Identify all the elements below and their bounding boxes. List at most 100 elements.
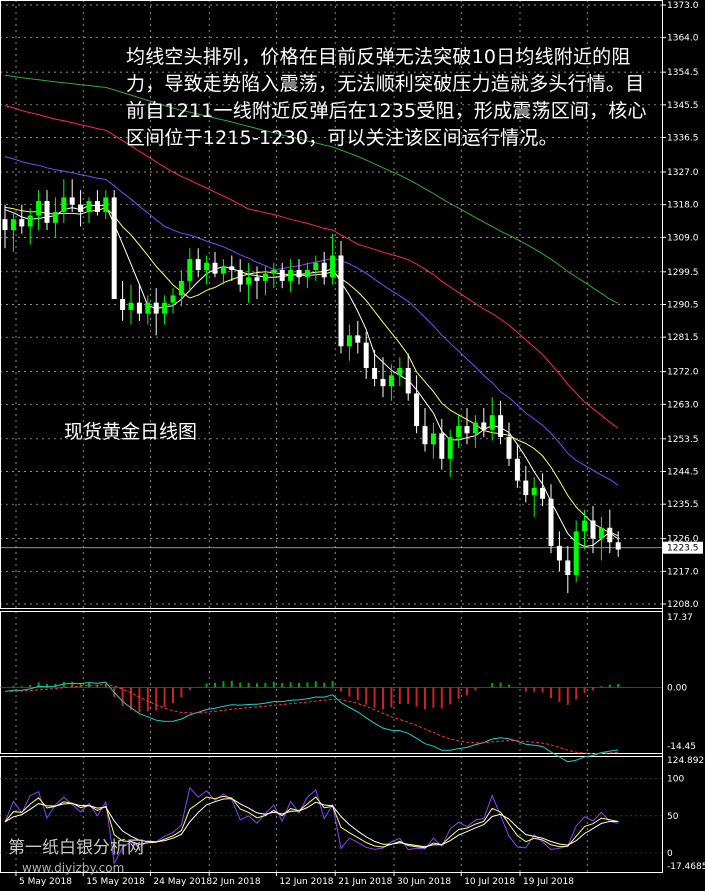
y-tick-label: 1253.5	[667, 435, 699, 445]
y-tick-label: 1345.5	[667, 101, 699, 111]
candle-bull	[330, 255, 336, 278]
candle-bull	[304, 270, 310, 278]
candle-bull	[472, 422, 478, 434]
candle-bear	[405, 368, 411, 394]
candle-bull	[397, 368, 403, 376]
y-tick-label: 1327.0	[667, 168, 699, 178]
candle-bear	[120, 299, 126, 310]
osc-tick-label: 124.8922	[667, 756, 705, 766]
candle-bear	[212, 262, 218, 274]
macd-tick-label: 0.00	[667, 683, 687, 693]
y-tick-label: 1281.5	[667, 333, 699, 343]
macd-line	[4, 681, 619, 763]
candle-bull	[489, 415, 495, 430]
macd-tick-label: 17.37	[667, 613, 693, 623]
candle-bull	[456, 426, 462, 438]
candle-bull	[220, 266, 226, 274]
candle-bull	[187, 259, 193, 281]
y-axis-labels: 1373.0 1364.0 1354.5 1345.5 1336.5 1327.0 1318…	[662, 1, 705, 872]
candle-bear	[78, 204, 84, 212]
x-tick-label: 2 Jun 2018	[212, 877, 261, 887]
candlesticks	[2, 179, 621, 594]
osc-tick-label: 0	[667, 849, 673, 859]
candle-bear	[556, 545, 562, 561]
candle-bull	[10, 219, 16, 231]
candle-bear	[481, 422, 487, 430]
candle-bear	[355, 335, 361, 343]
candle-bull	[103, 197, 109, 212]
candle-bull	[313, 262, 319, 271]
macd-tick-label: -14.45	[667, 742, 696, 752]
candle-bull	[271, 270, 277, 274]
candle-bear	[506, 437, 512, 459]
y-tick-label: 1272.0	[667, 368, 699, 378]
candle-bear	[195, 259, 201, 271]
x-tick-label: 12 Jun 2018	[279, 877, 333, 887]
watermark-name: 第一纸白银分析网	[8, 838, 144, 858]
candle-bear	[523, 480, 529, 496]
candle-bear	[44, 201, 50, 223]
candle-bear	[615, 542, 621, 550]
watermark: 第一纸白银分析网 www.diyizby.com	[8, 838, 144, 878]
x-tick-label: 30 Jun 2018	[397, 877, 451, 887]
candle-bull	[36, 201, 42, 216]
candle-bull	[61, 197, 67, 212]
candle-bear	[372, 368, 378, 379]
candle-bull	[178, 280, 184, 296]
candle-bear	[69, 197, 75, 205]
candle-bear	[153, 302, 159, 314]
candle-bull	[162, 302, 168, 314]
y-tick-label: 1299.5	[667, 268, 699, 278]
candle-bull	[170, 295, 176, 303]
y-tick-label: 1217.0	[667, 567, 699, 577]
candle-bear	[565, 560, 571, 575]
candle-bear	[279, 270, 285, 281]
macd-panel	[0, 680, 662, 763]
watermark-url: www.diyizby.com	[22, 861, 125, 875]
candle-bear	[414, 393, 420, 427]
candle-bull	[531, 487, 537, 496]
x-tick-label: 19 Jul 2018	[523, 877, 574, 887]
analysis-note: 均线空头排列，价格在目前反弹无法突破10日均线附近的阻力，导致走势陷入震荡，无法…	[126, 46, 647, 149]
candle-bear	[111, 197, 117, 300]
candle-bear	[498, 415, 504, 438]
y-tick-label: 1244.5	[667, 467, 699, 477]
x-tick-label: 15 May 2018	[86, 877, 145, 887]
candle-bull	[582, 520, 588, 532]
candle-bear	[338, 255, 344, 347]
y-tick-label: 1336.5	[667, 134, 699, 144]
candle-bull	[27, 215, 33, 227]
candle-bear	[296, 270, 302, 278]
x-tick-label: 10 Jul 2018	[464, 877, 515, 887]
candle-bear	[464, 426, 470, 434]
candle-bull	[430, 433, 436, 445]
candle-bull	[246, 277, 252, 285]
y-tick-label: 1309.0	[667, 233, 699, 243]
candle-bull	[388, 375, 394, 387]
x-tick-label: 24 May 2018	[153, 877, 212, 887]
candle-bear	[321, 262, 327, 278]
candle-bear	[136, 302, 142, 314]
candle-bull	[288, 270, 294, 281]
candle-bear	[19, 219, 25, 227]
candle-bull	[204, 262, 210, 271]
candle-bear	[540, 487, 546, 499]
candle-bull	[598, 527, 604, 539]
candle-bull	[447, 437, 453, 459]
y-tick-label: 1235.5	[667, 500, 699, 510]
osc-tick-label: -17.4685	[667, 862, 705, 872]
candle-bull	[86, 201, 92, 212]
candle-bear	[237, 270, 243, 285]
candle-bear	[380, 378, 386, 387]
osc-tick-label: 100	[667, 775, 684, 785]
candle-bear	[514, 458, 520, 481]
candle-bear	[229, 266, 235, 271]
candle-bull	[145, 302, 151, 314]
candle-bull	[346, 335, 352, 347]
candle-bull	[262, 273, 268, 281]
candle-bull	[128, 302, 134, 310]
y-tick-label: 1373.0	[667, 1, 699, 11]
candle-bear	[607, 527, 613, 543]
candle-bear	[439, 433, 445, 459]
osc-tick-label: 50	[667, 812, 679, 822]
